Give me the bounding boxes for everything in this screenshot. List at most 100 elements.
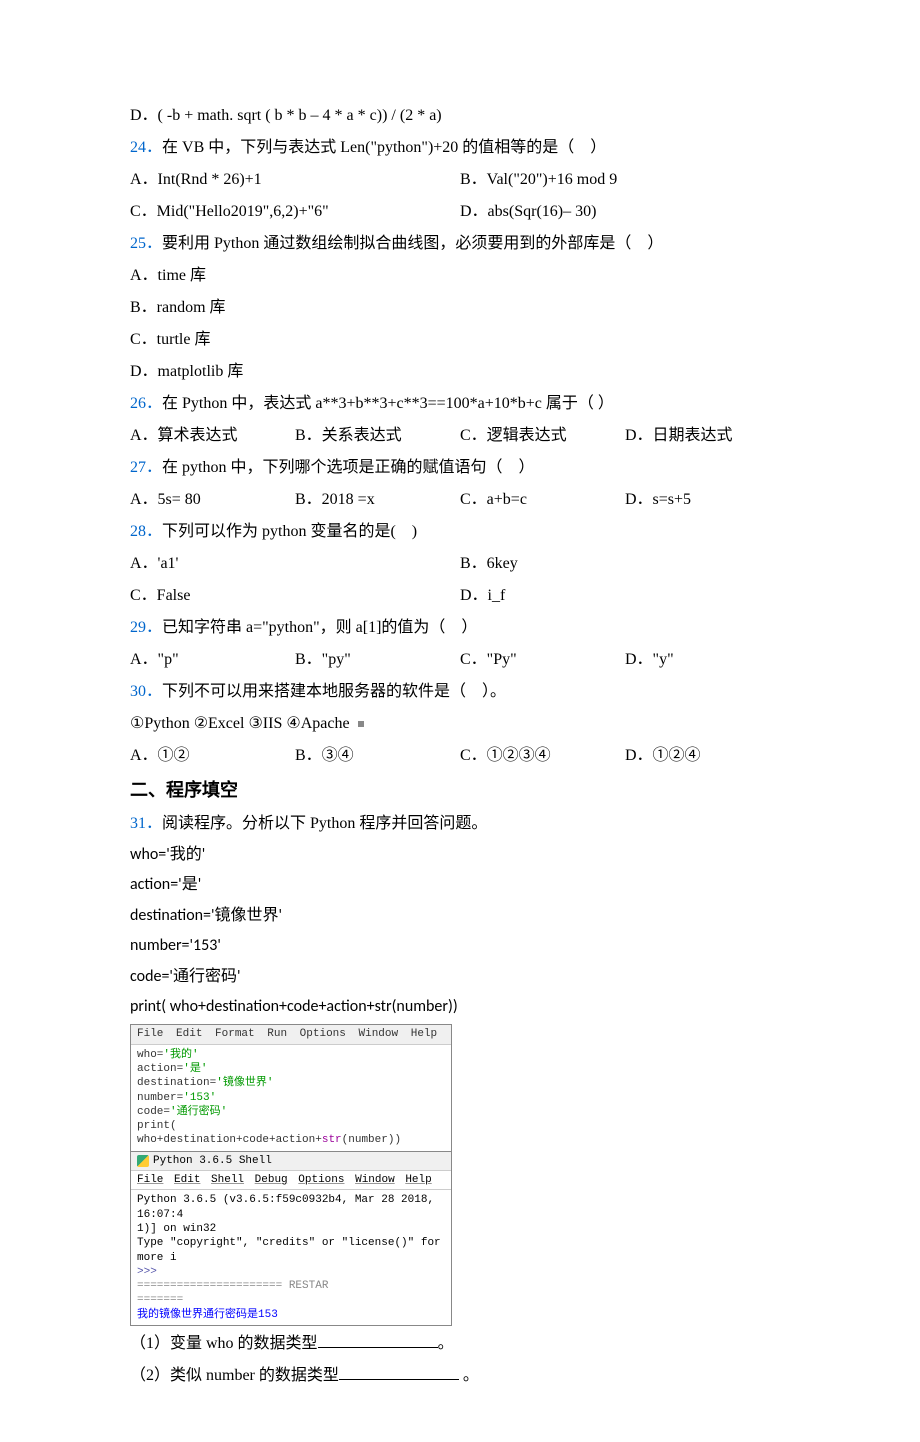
shell-menu-file: File [137, 1174, 163, 1186]
q26-options: A．算术表达式 B．关系表达式 C．逻辑表达式 D．日期表达式 [130, 420, 790, 452]
q27-d: D．s=s+5 [625, 484, 790, 516]
menu-help: Help [411, 1028, 437, 1040]
q31-sub1-end: 。 [438, 1335, 454, 1352]
menu-edit: Edit [176, 1028, 202, 1040]
shell-sep: ======= [137, 1293, 445, 1307]
q24-options: A．Int(Rnd * 26)+1 B．Val("20")+16 mod 9 C… [130, 164, 790, 228]
shell-line-1: Python 3.6.5 (v3.6.5:f59c0932b4, Mar 28 … [137, 1193, 445, 1222]
q31-sub2-end: 。 [459, 1367, 479, 1384]
menu-file: File [137, 1028, 163, 1040]
q27-options: A．5s= 80 B．2018 =x C．a+b=c D．s=s+5 [130, 484, 790, 516]
section-2-title: 二、程序填空 [130, 772, 790, 808]
q30-text: 下列不可以用来搭建本地服务器的软件是（ ）。 [162, 683, 506, 700]
q26-text: 在 Python 中，表达式 a**3+b**3+c**3==100*a+10*… [162, 395, 614, 412]
q28-options: A．'a1' B．6key C．False D．i_f [130, 548, 790, 612]
q29-b: B．"py" [295, 644, 460, 676]
q31-sub1-text: （1）变量 who 的数据类型 [130, 1335, 318, 1352]
page: D．( -b + math. sqrt ( b * b – 4 * a * c)… [0, 0, 920, 1442]
ide-screenshot: File Edit Format Run Options Window Help… [130, 1024, 452, 1326]
q31-code-3: destination='镜像世界' [130, 901, 790, 931]
ide-l4b: '153' [183, 1092, 216, 1104]
q24-a: A．Int(Rnd * 26)+1 [130, 164, 460, 196]
q31-sub2-text: （2）类似 number 的数据类型 [130, 1367, 339, 1384]
menu-options: Options [300, 1028, 346, 1040]
q31-code-5: code='通行密码' [130, 962, 790, 992]
q28: 28．下列可以作为 python 变量名的是( ) [130, 516, 790, 548]
q31-sub2: （2）类似 number 的数据类型 。 [130, 1360, 790, 1392]
q29-a: A．"p" [130, 644, 295, 676]
ide-l2a: action= [137, 1063, 183, 1075]
q29-options: A．"p" B．"py" C．"Py" D．"y" [130, 644, 790, 676]
q31-num: 31． [130, 815, 162, 832]
q28-num: 28． [130, 523, 162, 540]
q31: 31．阅读程序。分析以下 Python 程序并回答问题。 [130, 808, 790, 840]
q26-num: 26． [130, 395, 162, 412]
shell-title-text: Python 3.6.5 Shell [153, 1154, 272, 1168]
ide-l3b: '镜像世界' [216, 1077, 273, 1089]
menu-run: Run [267, 1028, 287, 1040]
ide-l2b: '是' [183, 1063, 207, 1075]
ide-l5a: code= [137, 1106, 170, 1118]
q26-a: A．算术表达式 [130, 420, 295, 452]
q31-code-4: number='153' [130, 931, 790, 961]
ide-code-area: who='我的' action='是' destination='镜像世界' n… [131, 1045, 451, 1151]
shell-menu-shell: Shell [211, 1174, 244, 1186]
q31-code-6: print( who+destination+code+action+str(n… [130, 992, 790, 1022]
ide-l3a: destination= [137, 1077, 216, 1089]
shell-menu-options: Options [298, 1174, 344, 1186]
q27: 27．在 python 中，下列哪个选项是正确的赋值语句（ ） [130, 452, 790, 484]
q24: 24．在 VB 中，下列与表达式 Len("python")+20 的值相等的是… [130, 132, 790, 164]
q27-c: C．a+b=c [460, 484, 625, 516]
blank-2[interactable] [339, 1363, 459, 1380]
shell-body: Python 3.6.5 (v3.6.5:f59c0932b4, Mar 28 … [131, 1190, 451, 1325]
ide-l1a: who= [137, 1049, 163, 1061]
q31-code-1: who='我的' [130, 840, 790, 870]
q27-text: 在 python 中，下列哪个选项是正确的赋值语句（ ） [162, 459, 534, 476]
ide-l6: print( who+destination+code+action+ [137, 1120, 322, 1146]
q29-d: D．"y" [625, 644, 790, 676]
shell-line-2: 1)] on win32 [137, 1222, 445, 1236]
ide-l5b: '通行密码' [170, 1106, 227, 1118]
q25-a: A．time 库 [130, 260, 790, 292]
ide-l6e: (number)) [342, 1134, 401, 1146]
q24-b: B．Val("20")+16 mod 9 [460, 164, 790, 196]
shell-menu-window: Window [355, 1174, 395, 1186]
marker-icon [358, 721, 364, 727]
shell-menu-edit: Edit [174, 1174, 200, 1186]
q30-a: A．①② [130, 740, 295, 772]
q27-num: 27． [130, 459, 162, 476]
q29: 29．已知字符串 a="python"，则 a[1]的值为（ ） [130, 612, 790, 644]
blank-1[interactable] [318, 1331, 438, 1348]
q31-sub1: （1）变量 who 的数据类型 。 [130, 1328, 790, 1360]
q28-text: 下列可以作为 python 变量名的是( ) [162, 523, 417, 540]
q26: 26．在 Python 中，表达式 a**3+b**3+c**3==100*a+… [130, 388, 790, 420]
q23-option-d: D．( -b + math. sqrt ( b * b – 4 * a * c)… [130, 100, 790, 132]
q26-c: C．逻辑表达式 [460, 420, 625, 452]
q25: 25．要利用 Python 通过数组绘制拟合曲线图，必须要用到的外部库是（ ） [130, 228, 790, 260]
q28-a: A．'a1' [130, 548, 460, 580]
shell-menubar: File Edit Shell Debug Options Window Hel… [131, 1170, 451, 1190]
shell-menu-help: Help [405, 1174, 431, 1186]
q24-text: 在 VB 中，下列与表达式 Len("python")+20 的值相等的是（ ） [162, 139, 606, 156]
q27-b: B．2018 =x [295, 484, 460, 516]
q25-b: B．random 库 [130, 292, 790, 324]
q29-c: C．"Py" [460, 644, 625, 676]
menu-window: Window [359, 1028, 399, 1040]
q30-b: B．③④ [295, 740, 460, 772]
q24-d: D．abs(Sqr(16)– 30) [460, 196, 790, 228]
q25-c: C．turtle 库 [130, 324, 790, 356]
q30-list: ①Python ②Excel ③IIS ④Apache [130, 708, 790, 740]
q24-num: 24． [130, 139, 162, 156]
ide-l1b: '我的' [163, 1049, 198, 1061]
q30-options: A．①② B．③④ C．①②③④ D．①②④ [130, 740, 790, 772]
q29-text: 已知字符串 a="python"，则 a[1]的值为（ ） [162, 619, 477, 636]
q30: 30．下列不可以用来搭建本地服务器的软件是（ ）。 [130, 676, 790, 708]
q30-num: 30． [130, 683, 162, 700]
shell-restart: ====================== RESTAR [137, 1279, 445, 1293]
shell-prompt: >>> [137, 1265, 445, 1279]
q30-d: D．①②④ [625, 740, 790, 772]
q28-c: C．False [130, 580, 460, 612]
q31-code-2: action='是' [130, 870, 790, 900]
shell-line-3: Type "copyright", "credits" or "license(… [137, 1236, 445, 1265]
python-icon [137, 1155, 149, 1167]
